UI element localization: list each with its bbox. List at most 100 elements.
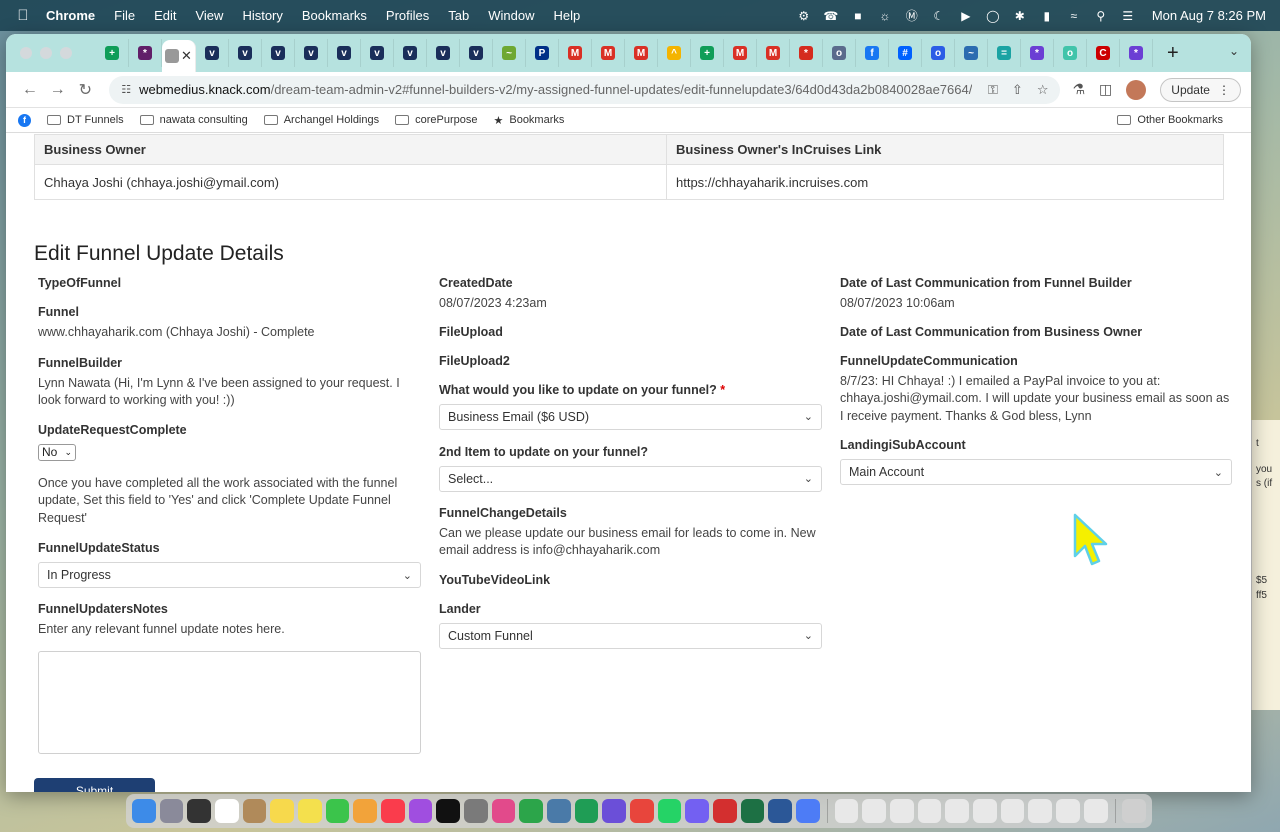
- browser-tab[interactable]: ~: [955, 39, 988, 67]
- update-request-complete-select[interactable]: No ⌄: [38, 443, 76, 461]
- browser-tab[interactable]: *: [790, 39, 823, 67]
- control-center-icon[interactable]: ☰: [1121, 9, 1135, 23]
- calendar-icon[interactable]: [215, 799, 239, 823]
- browser-tab[interactable]: f: [856, 39, 889, 67]
- sheets-icon[interactable]: [574, 799, 599, 823]
- window-thumb-icon[interactable]: [945, 799, 970, 823]
- window-thumb-icon[interactable]: [890, 799, 914, 823]
- stickies-icon[interactable]: [298, 799, 322, 823]
- browser-tab[interactable]: #: [889, 39, 922, 67]
- mission-control-icon[interactable]: [187, 799, 212, 823]
- menu-bookmarks[interactable]: Bookmarks: [302, 8, 367, 23]
- star-icon[interactable]: [602, 799, 627, 823]
- wifi-icon[interactable]: ≈: [1067, 9, 1081, 23]
- gear-tray-icon[interactable]: ⚙: [797, 9, 811, 23]
- photos-icon[interactable]: [353, 799, 378, 823]
- funnel-update-status-select[interactable]: In Progress ⌄: [38, 562, 421, 588]
- battery-icon[interactable]: ▮: [1040, 9, 1054, 23]
- play-tray-icon[interactable]: ▶: [959, 9, 973, 23]
- browser-tab[interactable]: M: [757, 39, 790, 67]
- landingi-subaccount-select[interactable]: Main Account ⌄: [840, 459, 1232, 485]
- window-thumb-icon[interactable]: [973, 799, 997, 823]
- browser-tab[interactable]: P: [526, 39, 559, 67]
- browser-tab[interactable]: *: [1120, 39, 1153, 67]
- window-thumb-icon[interactable]: [862, 799, 887, 823]
- window-thumb-icon[interactable]: [917, 799, 942, 823]
- bookmark-folder-archangel[interactable]: Archangel Holdings: [263, 114, 379, 126]
- menu-tab[interactable]: Tab: [448, 8, 469, 23]
- browser-tab[interactable]: o: [922, 39, 955, 67]
- tab-search-icon[interactable]: ⌄: [1229, 44, 1239, 58]
- browser-tab[interactable]: =: [988, 39, 1021, 67]
- forward-button[interactable]: →: [44, 81, 72, 99]
- settings-icon[interactable]: [464, 799, 488, 823]
- word-icon[interactable]: [768, 799, 793, 823]
- side-panel-icon[interactable]: ◫: [1099, 81, 1112, 98]
- menu-edit[interactable]: Edit: [154, 8, 176, 23]
- menu-window[interactable]: Window: [488, 8, 534, 23]
- site-info-icon[interactable]: ☷: [121, 83, 131, 96]
- new-tab-button[interactable]: +: [1167, 42, 1179, 65]
- window-thumb-icon[interactable]: [1000, 799, 1025, 823]
- search-tray-icon[interactable]: ⚲: [1094, 9, 1108, 23]
- back-button[interactable]: ←: [16, 81, 44, 99]
- podcasts-icon[interactable]: [408, 799, 433, 823]
- browser-tab[interactable]: ^: [658, 39, 691, 67]
- second-item-select[interactable]: Select... ⌄: [439, 465, 822, 492]
- browser-tab[interactable]: +: [691, 39, 724, 67]
- browser-tab[interactable]: o: [1054, 39, 1087, 67]
- browser-tab[interactable]: v: [361, 39, 394, 67]
- menu-history[interactable]: History: [242, 8, 282, 23]
- excel-icon[interactable]: [740, 799, 765, 823]
- browser-tab[interactable]: M: [592, 39, 625, 67]
- browser-tab[interactable]: M: [559, 39, 592, 67]
- funnel-updaters-notes-textarea[interactable]: [38, 650, 421, 754]
- window-thumb-icon[interactable]: [1056, 799, 1080, 823]
- bookmark-folder-nawata[interactable]: nawata consulting: [139, 114, 248, 126]
- bookmark-folder-dt-funnels[interactable]: DT Funnels: [47, 114, 124, 126]
- key-icon[interactable]: ⚿: [988, 82, 998, 98]
- browser-tab[interactable]: v: [460, 39, 493, 67]
- moon-tray-icon[interactable]: ☾: [932, 9, 946, 23]
- preview-icon[interactable]: [547, 799, 571, 823]
- window-thumb-icon[interactable]: [834, 799, 859, 823]
- close-window-button[interactable]: [20, 47, 32, 59]
- browser-tab[interactable]: M: [625, 39, 658, 67]
- browser-tab[interactable]: *: [129, 39, 162, 67]
- music-icon[interactable]: [381, 799, 405, 823]
- menu-profiles[interactable]: Profiles: [386, 8, 429, 23]
- facetime-icon[interactable]: [325, 799, 350, 823]
- window-thumb-icon[interactable]: [1083, 799, 1108, 823]
- submit-button[interactable]: Submit: [34, 778, 155, 792]
- address-bar[interactable]: ☷ webmedius.knack.com/dream-team-admin-v…: [109, 75, 1061, 104]
- whatsapp-icon[interactable]: [657, 799, 682, 823]
- tv-icon[interactable]: [436, 799, 461, 823]
- bitcoin-tray-icon[interactable]: Ⓜ: [905, 9, 919, 23]
- notes-icon[interactable]: [270, 799, 295, 823]
- viber-icon[interactable]: [685, 799, 710, 823]
- bookmark-folder-corepurpose[interactable]: corePurpose: [395, 114, 477, 126]
- profile-avatar[interactable]: [1126, 79, 1147, 100]
- lander-select[interactable]: Custom Funnel ⌄: [439, 622, 822, 649]
- reload-button[interactable]: ↻: [71, 80, 99, 100]
- browser-tab[interactable]: v: [295, 39, 328, 67]
- contacts-icon[interactable]: [242, 799, 267, 823]
- vpn-tray-icon[interactable]: ☼: [878, 9, 892, 23]
- browser-tab[interactable]: +: [96, 39, 129, 67]
- finder-icon[interactable]: [132, 799, 156, 823]
- color-picker-icon[interactable]: [491, 799, 516, 823]
- launchpad-icon[interactable]: [159, 799, 184, 823]
- vpn-icon[interactable]: [519, 799, 544, 823]
- browser-tab[interactable]: ~: [493, 39, 526, 67]
- share-icon[interactable]: ⇧: [1012, 82, 1023, 98]
- chrome-icon[interactable]: [630, 799, 654, 823]
- browser-tab[interactable]: v: [427, 39, 460, 67]
- active-tab[interactable]: ✕: [162, 40, 196, 72]
- menu-app-name[interactable]: Chrome: [46, 8, 95, 23]
- close-tab-icon[interactable]: ✕: [181, 48, 192, 64]
- browser-tab[interactable]: v: [394, 39, 427, 67]
- trash-icon[interactable]: [1122, 799, 1147, 823]
- bookmark-star-icon[interactable]: ☆: [1037, 82, 1049, 98]
- chat-tray-icon[interactable]: ■: [851, 9, 865, 23]
- zoom-window-button[interactable]: [60, 47, 72, 59]
